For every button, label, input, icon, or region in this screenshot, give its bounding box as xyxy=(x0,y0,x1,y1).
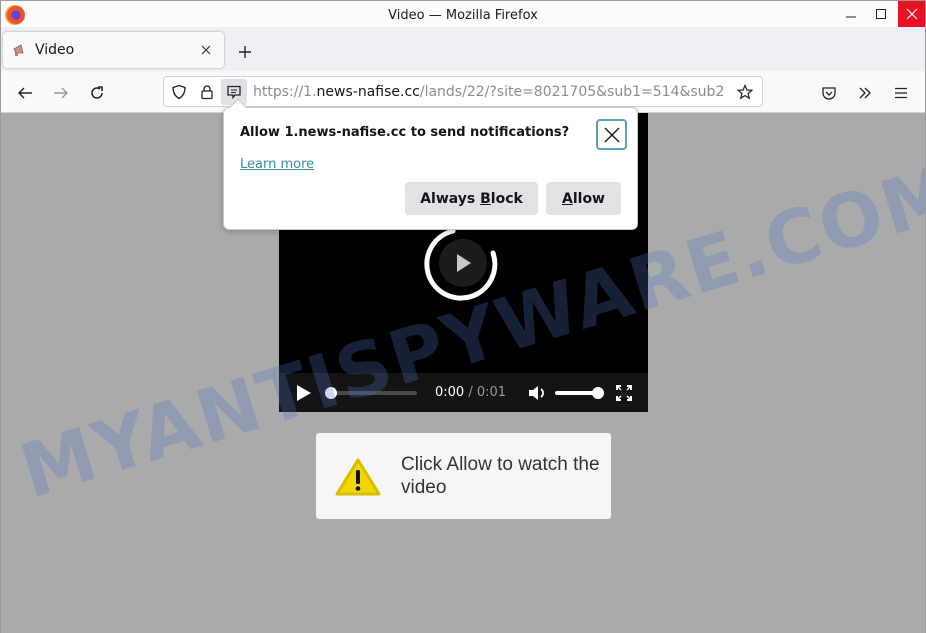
allow-accesskey: A xyxy=(562,190,573,207)
star-icon xyxy=(737,84,753,100)
allow-label-post: llow xyxy=(572,190,605,207)
tab-close-button[interactable] xyxy=(194,38,218,62)
megaphone-icon xyxy=(13,44,24,56)
always-block-button[interactable]: Always Block xyxy=(405,182,538,215)
warning-triangle-icon xyxy=(335,458,381,496)
click-allow-notice: Click Allow to watch the video xyxy=(316,433,611,519)
time-separator: / xyxy=(464,385,477,400)
reload-icon xyxy=(91,86,103,99)
tracking-protection-button[interactable] xyxy=(166,79,192,105)
window-close-button[interactable] xyxy=(898,1,925,27)
close-icon xyxy=(906,8,917,20)
block-accesskey: B xyxy=(480,190,491,207)
overflow-button[interactable] xyxy=(851,79,879,107)
seek-slider[interactable] xyxy=(325,387,417,399)
url-prefix: https://1. xyxy=(253,84,317,100)
app-menu-button[interactable] xyxy=(887,79,915,107)
shield-icon xyxy=(172,84,186,100)
bookmark-star-button[interactable] xyxy=(732,79,758,105)
lock-icon xyxy=(201,85,213,100)
arrow-right-icon xyxy=(54,87,68,99)
video-controls: 0:00 / 0:01 xyxy=(279,373,648,412)
arrow-left-icon xyxy=(18,87,32,99)
current-time: 0:00 xyxy=(435,385,465,400)
close-icon xyxy=(603,126,620,143)
tab-title: Video xyxy=(35,42,75,58)
url-text[interactable]: https://1.news-nafise.cc/lands/22/?site=… xyxy=(253,84,733,100)
url-bar[interactable]: https://1.news-nafise.cc/lands/22/?site=… xyxy=(163,76,763,107)
play-button[interactable] xyxy=(295,384,313,402)
pocket-icon xyxy=(822,87,836,100)
learn-more-link[interactable]: Learn more xyxy=(240,157,314,172)
url-path: /lands/22/?site=8021705&sub1=514&sub2 xyxy=(419,84,725,100)
fullscreen-icon[interactable] xyxy=(616,385,632,401)
forward-button[interactable] xyxy=(47,79,75,107)
plus-icon xyxy=(239,46,251,58)
volume-slider[interactable] xyxy=(555,391,597,395)
volume-thumb[interactable] xyxy=(592,387,604,399)
notification-permission-popup: Allow 1.news-nafise.cc to send notificat… xyxy=(223,98,638,230)
big-play-button[interactable] xyxy=(439,239,487,287)
tab-video[interactable]: Video xyxy=(3,32,224,68)
site-info-button[interactable] xyxy=(194,79,220,105)
url-host: news-nafise.cc xyxy=(316,84,420,100)
notice-text: Click Allow to watch the video xyxy=(401,454,600,498)
maximize-icon xyxy=(876,9,886,19)
popup-close-button[interactable] xyxy=(596,119,627,150)
back-button[interactable] xyxy=(11,79,39,107)
time-display: 0:00 / 0:01 xyxy=(435,385,506,400)
minimize-icon xyxy=(846,16,856,18)
close-icon xyxy=(201,45,211,55)
maximize-button[interactable] xyxy=(865,1,897,27)
notification-chat-icon xyxy=(227,85,241,100)
pocket-button[interactable] xyxy=(815,79,843,107)
hamburger-menu-icon xyxy=(895,87,907,99)
firefox-window: Video — Mozilla Firefox Video https://1.… xyxy=(0,0,926,633)
title-bar: Video — Mozilla Firefox xyxy=(1,1,925,30)
new-tab-button[interactable] xyxy=(233,40,257,64)
duration: 0:01 xyxy=(476,385,507,400)
allow-button[interactable]: Allow xyxy=(546,182,621,215)
block-label-pre: Always xyxy=(420,190,481,207)
popup-message: Allow 1.news-nafise.cc to send notificat… xyxy=(240,125,570,140)
volume-icon[interactable] xyxy=(527,383,547,403)
window-title: Video — Mozilla Firefox xyxy=(388,8,538,23)
block-label-post: lock xyxy=(490,190,523,207)
reload-button[interactable] xyxy=(83,79,111,107)
play-icon xyxy=(457,254,471,272)
tab-bar: Video xyxy=(1,27,925,71)
seek-thumb[interactable] xyxy=(325,387,337,399)
minimize-button[interactable] xyxy=(835,1,867,27)
overflow-chevrons-icon xyxy=(859,87,871,99)
